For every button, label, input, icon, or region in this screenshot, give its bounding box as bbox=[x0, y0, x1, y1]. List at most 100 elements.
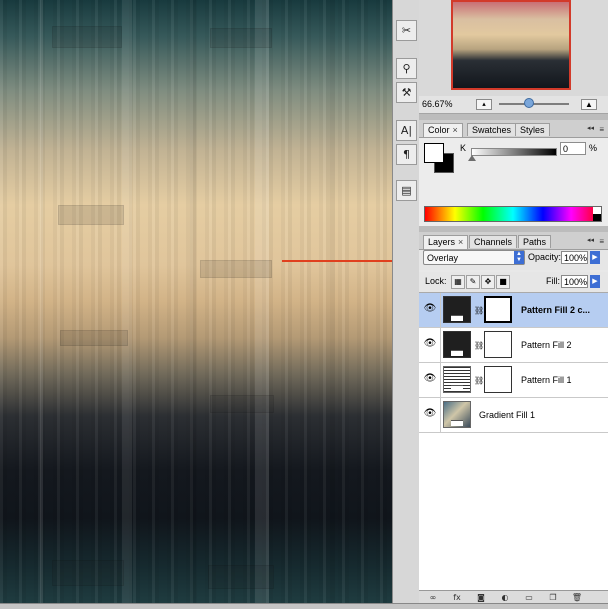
fx-icon[interactable]: fx bbox=[449, 592, 465, 603]
link-chain-icon[interactable]: ⛓ bbox=[474, 306, 484, 315]
k-value-input[interactable]: 0 bbox=[560, 142, 586, 155]
crossed-tools-icon[interactable]: ✂ bbox=[396, 20, 417, 41]
lock-label: Lock: bbox=[425, 276, 447, 286]
layer-name[interactable]: Pattern Fill 1 bbox=[521, 375, 572, 385]
blend-opacity-row: Overlay ▲ ▼ Opacity: 100% ▶ bbox=[419, 250, 608, 270]
tab-channels[interactable]: Channels bbox=[469, 235, 518, 248]
visibility-column: 👁 bbox=[419, 398, 441, 432]
tab-styles[interactable]: Styles bbox=[515, 123, 550, 136]
layer-name[interactable]: Pattern Fill 2 c... bbox=[521, 305, 590, 315]
status-bar bbox=[0, 603, 608, 609]
canvas-texture-block bbox=[52, 560, 124, 586]
k-channel-slider[interactable] bbox=[471, 148, 557, 156]
panel-dock: 66.67% ▴ ▲ Color × Swatches Styles ◂◂ ≡ K… bbox=[419, 0, 608, 604]
foreground-color-swatch[interactable] bbox=[424, 143, 444, 163]
link-icon[interactable]: ∞ bbox=[425, 592, 441, 603]
close-icon[interactable]: × bbox=[458, 237, 463, 247]
tab-paths-label: Paths bbox=[523, 237, 547, 247]
lock-position-icon[interactable]: ✥ bbox=[481, 275, 495, 289]
blend-mode-value: Overlay bbox=[427, 253, 459, 263]
fill-label: Fill: bbox=[546, 276, 560, 286]
paragraph-icon[interactable]: ¶ bbox=[396, 144, 417, 165]
opacity-slider-button[interactable]: ▶ bbox=[590, 251, 600, 264]
layer-row[interactable]: 👁 Gradient Fill 1 bbox=[419, 398, 608, 433]
tab-swatches[interactable]: Swatches bbox=[467, 123, 517, 136]
layer-row[interactable]: 👁 ⛓ Pattern Fill 1 bbox=[419, 363, 608, 398]
color-spectrum-ramp[interactable] bbox=[424, 206, 602, 222]
layer-mask-thumbnail[interactable] bbox=[484, 296, 512, 323]
layer-row[interactable]: 👁 ⛓ Pattern Fill 2 c... bbox=[419, 293, 608, 328]
color-panel-body: K 0 % bbox=[419, 138, 608, 226]
layers-panel-tabbar: Layers × Channels Paths ◂◂ ≡ bbox=[419, 232, 608, 250]
collapse-icon[interactable]: ◂◂ bbox=[587, 124, 594, 132]
layer-name[interactable]: Gradient Fill 1 bbox=[479, 410, 535, 420]
link-chain-icon[interactable]: ⛓ bbox=[474, 341, 484, 350]
layer-list: 👁 ⛓ Pattern Fill 2 c... 👁 ⛓ Pattern Fill… bbox=[419, 293, 608, 590]
panel-menu-icon[interactable]: ≡ bbox=[599, 125, 604, 134]
panel-menu-icon[interactable]: ≡ bbox=[599, 237, 604, 246]
lock-image-icon[interactable]: ✎ bbox=[466, 275, 480, 289]
tool-strip: ✂ ⚲ ⚒ A| ¶ ▤ bbox=[392, 0, 420, 603]
layer-mask-thumbnail[interactable] bbox=[484, 366, 512, 393]
fill-slider-button[interactable]: ▶ bbox=[590, 275, 600, 288]
link-chain-icon[interactable]: ⛓ bbox=[474, 376, 484, 385]
k-channel-label: K bbox=[460, 143, 467, 153]
opacity-input[interactable]: 100% bbox=[561, 251, 588, 264]
tab-paths[interactable]: Paths bbox=[518, 235, 552, 248]
canvas-streak bbox=[255, 0, 269, 603]
chevron-updown-icon: ▲ ▼ bbox=[514, 251, 524, 264]
lock-fill-row: Lock: ▦ ✎ ✥ ■ Fill: 100% ▶ bbox=[419, 272, 608, 293]
history-brush-icon[interactable]: ⚒ bbox=[396, 82, 417, 103]
zoom-percent-field[interactable]: 66.67% bbox=[422, 99, 453, 109]
adjustment-layer-icon[interactable]: ◐ bbox=[497, 592, 513, 603]
close-icon[interactable]: × bbox=[453, 125, 458, 135]
zoom-out-button[interactable]: ▴ bbox=[476, 99, 492, 110]
navigator-thumbnail[interactable] bbox=[451, 0, 571, 90]
canvas-streak bbox=[122, 0, 132, 603]
new-layer-icon[interactable]: ❐ bbox=[545, 592, 561, 603]
layer-row[interactable]: 👁 ⛓ Pattern Fill 2 bbox=[419, 328, 608, 363]
layer-thumbnail[interactable] bbox=[443, 401, 471, 428]
tab-channels-label: Channels bbox=[474, 237, 513, 247]
eye-icon[interactable]: 👁 bbox=[423, 304, 437, 314]
eye-icon[interactable]: 👁 bbox=[423, 374, 437, 384]
visibility-column: 👁 bbox=[419, 363, 441, 397]
type-tool-icon[interactable]: A| bbox=[396, 120, 417, 141]
zoom-slider-track[interactable] bbox=[499, 103, 569, 105]
eye-icon[interactable]: 👁 bbox=[423, 339, 437, 349]
canvas-streak bbox=[40, 0, 43, 603]
k-slider-handle[interactable] bbox=[468, 155, 476, 161]
tool-preset-icon[interactable]: ▤ bbox=[396, 180, 417, 201]
k-unit-label: % bbox=[589, 143, 598, 153]
new-group-icon[interactable]: ▭ bbox=[521, 592, 537, 603]
tab-color-label: Color bbox=[428, 125, 450, 135]
stamp-icon[interactable]: ⚲ bbox=[396, 58, 417, 79]
layer-name[interactable]: Pattern Fill 2 bbox=[521, 340, 572, 350]
eye-icon[interactable]: 👁 bbox=[423, 409, 437, 419]
tab-layers[interactable]: Layers × bbox=[423, 235, 469, 249]
black-white-ramp[interactable] bbox=[593, 207, 601, 221]
color-panel-tabbar: Color × Swatches Styles ◂◂ ≡ bbox=[419, 120, 608, 138]
layer-thumbnail[interactable] bbox=[443, 331, 471, 358]
layer-thumbnail[interactable] bbox=[443, 296, 471, 323]
layer-mask-thumbnail[interactable] bbox=[484, 331, 512, 358]
lock-all-icon[interactable]: ■ bbox=[496, 275, 510, 289]
tab-color[interactable]: Color × bbox=[423, 123, 463, 137]
visibility-column: 👁 bbox=[419, 328, 441, 362]
canvas-texture-block bbox=[60, 330, 128, 346]
fill-input[interactable]: 100% bbox=[561, 275, 588, 288]
zoom-slider-handle[interactable] bbox=[524, 98, 534, 108]
fg-bg-swatches bbox=[424, 143, 454, 173]
blend-mode-select[interactable]: Overlay ▲ ▼ bbox=[423, 250, 525, 265]
trash-icon[interactable]: 🗑 bbox=[569, 592, 585, 603]
canvas-texture-block bbox=[208, 565, 274, 589]
canvas-texture-block bbox=[210, 28, 272, 48]
lock-transparency-icon[interactable]: ▦ bbox=[451, 275, 465, 289]
tab-layers-label: Layers bbox=[428, 237, 456, 247]
layer-thumbnail[interactable] bbox=[443, 366, 471, 393]
fill-layer-mark bbox=[451, 385, 463, 391]
add-mask-icon[interactable]: ◙ bbox=[473, 592, 489, 603]
document-canvas[interactable] bbox=[0, 0, 392, 603]
zoom-in-button[interactable]: ▲ bbox=[581, 99, 597, 110]
collapse-icon[interactable]: ◂◂ bbox=[587, 236, 594, 244]
